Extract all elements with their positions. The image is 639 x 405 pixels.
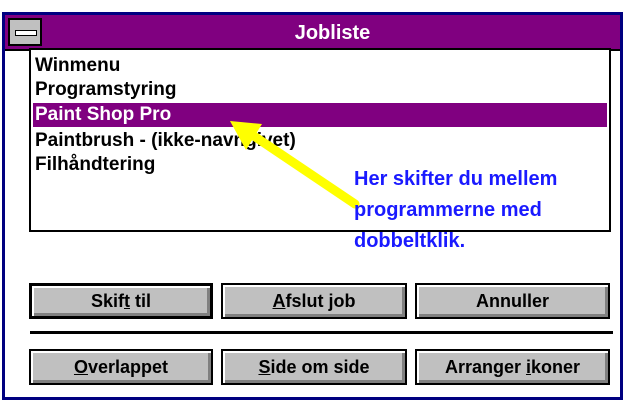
switch-to-button[interactable]: Skift til [29, 283, 213, 319]
switch-to-button-label: Skift til [90, 291, 151, 311]
tile-button[interactable]: Side om side [221, 349, 407, 385]
separator [30, 331, 613, 334]
cascade-button-label: Overlappet [73, 357, 169, 377]
annotation-text: Her skifter du mellem programmerne med d… [354, 164, 624, 257]
end-task-button-label: Afslut job [272, 291, 356, 311]
annotation-line: dobbeltklik. [354, 230, 466, 252]
annotation-line: Her skifter du mellem [354, 168, 558, 190]
annotation-line: programmerne med [354, 199, 542, 221]
tile-button-label: Side om side [258, 357, 370, 377]
end-task-button[interactable]: Afslut job [221, 283, 407, 319]
cascade-button[interactable]: Overlappet [29, 349, 213, 385]
arrange-icons-button-label: Arranger ikoner [444, 357, 581, 377]
cancel-button-label: Annuller [475, 291, 549, 311]
arrange-icons-button[interactable]: Arranger ikoner [415, 349, 610, 385]
cancel-button[interactable]: Annuller [415, 283, 610, 319]
